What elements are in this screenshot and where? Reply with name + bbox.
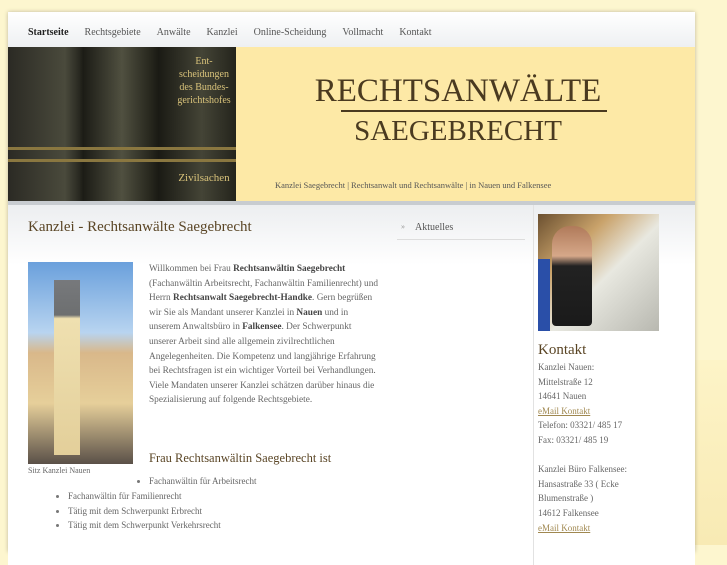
banner-divider (341, 110, 607, 112)
address-line: 14612 Falkensee (538, 507, 599, 518)
photo-caption: Sitz Kanzlei Nauen (28, 466, 91, 475)
banner-tagline: Kanzlei Saegebrecht | Rechtsanwalt und R… (275, 180, 552, 190)
nav-kanzlei[interactable]: Kanzlei (207, 27, 238, 38)
phone: Telefon: 03321/ 485 17 (538, 420, 623, 431)
book-band (8, 159, 236, 162)
content-area: Kanzlei - Rechtsanwälte Saegebrecht Sitz… (8, 205, 695, 565)
banner-title: RECHTSANWÄLTE (314, 73, 602, 109)
book-spine-text: Ent-scheidungen des Bundes-gerichtshofes (177, 56, 231, 106)
office-building-photo (28, 262, 133, 464)
nav-startseite[interactable]: Startseite (28, 27, 69, 38)
nav-kontakt[interactable]: Kontakt (399, 27, 431, 38)
address-line: 14641 Nauen (538, 391, 587, 402)
chair-shape (538, 259, 550, 331)
sidebar-item-label: Aktuelles (415, 222, 454, 233)
nav-vollmacht[interactable]: Vollmacht (342, 27, 383, 38)
page-container: Startseite Rechtsgebiete Anwälte Kanzlei… (8, 12, 695, 565)
tower-shape (54, 280, 80, 455)
nav-online-scheidung[interactable]: Online-Scheidung (254, 27, 327, 38)
list-item: Tätig mit dem Schwerpunkt Verkehrsrecht (56, 518, 221, 533)
section-heading: Frau Rechtsanwältin Saegebrecht ist (149, 451, 332, 465)
header-banner: Ent-scheidungen des Bundes-gerichtshofes… (8, 47, 695, 201)
nav-rechtsgebiete[interactable]: Rechtsgebiete (85, 27, 141, 38)
intro-bold: Rechtsanwalt Saegebrecht-Handke (173, 293, 313, 304)
page-title: Kanzlei - Rechtsanwälte Saegebrecht (28, 219, 252, 235)
specialty-list: Fachanwältin für Familienrecht Tätig mit… (56, 489, 221, 533)
email-link-falkensee[interactable]: eMail Kontakt (538, 523, 590, 533)
email-link-nauen[interactable]: eMail Kontakt (538, 406, 590, 416)
nav-anwaelte[interactable]: Anwälte (157, 27, 191, 38)
fax: Fax: 03321/ 485 19 (538, 434, 609, 445)
person-shape (552, 226, 592, 326)
column-divider (533, 205, 534, 565)
sidebar-item-aktuelles[interactable]: » Aktuelles (397, 219, 525, 240)
list-item: Fachanwältin für Arbeitsrecht (137, 474, 256, 489)
contact-column: Kontakt Kanzlei Nauen: Mittelstraße 12 1… (538, 214, 668, 535)
main-column: Kanzlei - Rechtsanwälte Saegebrecht Sitz… (28, 219, 378, 530)
address-line: Mittelstraße 12 (538, 376, 593, 387)
chevron-right-icon: » (401, 222, 405, 231)
list-item: Tätig mit dem Schwerpunkt Erbrecht (56, 504, 221, 519)
intro-part: . Der Schwerpunkt unserer Arbeit sind al… (149, 322, 376, 406)
intro-bold: Rechtsanwältin Saegebrecht (233, 264, 346, 274)
books-image: Ent-scheidungen des Bundes-gerichtshofes… (8, 47, 236, 201)
intro-bold: Falkensee (242, 322, 282, 333)
address-line: Hansastraße 33 ( Ecke Blumenstraße ) (538, 478, 619, 504)
book-spine-label: Zivilsachen (178, 172, 230, 184)
intro-text: Willkommen bei Frau Rechtsanwältin Saege… (149, 262, 379, 408)
specialty-list: Fachanwältin für Arbeitsrecht (137, 474, 256, 489)
intro-part: Willkommen bei Frau (149, 264, 234, 274)
lawyer-photo (538, 214, 659, 331)
list-item: Fachanwältin für Familienrecht (56, 489, 221, 504)
address-line: Kanzlei Büro Falkensee: (538, 464, 627, 475)
intro-bold: Nauen (296, 307, 323, 318)
sidebar-menu: » Aktuelles (397, 219, 525, 240)
banner-subtitle: SAEGEBRECHT (354, 115, 562, 147)
main-nav: Startseite Rechtsgebiete Anwälte Kanzlei… (8, 12, 695, 47)
address-line: Kanzlei Nauen: (538, 362, 595, 372)
contact-heading: Kontakt (538, 342, 587, 358)
book-band (8, 147, 236, 150)
